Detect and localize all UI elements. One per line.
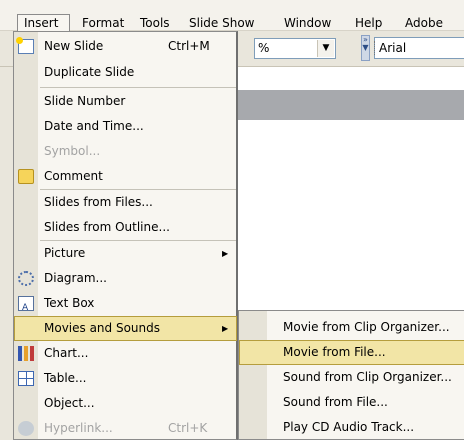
menu-item-symbol: Symbol...: [14, 139, 237, 164]
font-name-value: Arial: [379, 41, 407, 55]
powerpoint-window: Insert Format Tools Slide Show Window He…: [0, 0, 464, 440]
menu-item-label: Play CD Audio Track...: [283, 420, 415, 434]
menu-item-slides-from-outline[interactable]: Slides from Outline...: [14, 215, 237, 240]
menu-item-label: Movie from File...: [283, 345, 386, 359]
menu-item-label: Slides from Outline...: [44, 220, 170, 234]
diagram-icon: [18, 271, 34, 286]
menu-item-label: Object...: [44, 396, 95, 410]
zoom-combo[interactable]: % ▼: [254, 38, 336, 59]
menu-insert[interactable]: Insert: [17, 14, 70, 32]
menu-item-label: Hyperlink...: [44, 421, 113, 435]
menu-item-diagram[interactable]: Diagram...: [14, 266, 237, 291]
menu-item-text-box[interactable]: Text Box: [14, 291, 237, 321]
menu-item-duplicate-slide[interactable]: Duplicate Slide: [14, 60, 237, 85]
menu-item-object[interactable]: Object...: [14, 391, 237, 416]
menu-item-label: New Slide: [44, 39, 104, 53]
menu-tools-label: Tools: [140, 16, 170, 30]
text-box-icon: [18, 296, 34, 321]
menu-item-label: Picture: [44, 246, 86, 260]
table-icon: [18, 371, 34, 386]
menu-item-sound-from-file[interactable]: Sound from File...: [239, 390, 464, 415]
submenu-arrow-icon: ▶: [222, 324, 229, 333]
hyperlink-icon: [18, 421, 34, 436]
menu-item-chart[interactable]: Chart...: [14, 341, 237, 366]
comment-icon: [18, 169, 34, 184]
toolbar-options-icon[interactable]: » ▼: [361, 35, 370, 61]
menu-item-movies-and-sounds[interactable]: Movies and Sounds ▶: [14, 316, 237, 341]
menu-item-label: Slide Number: [44, 94, 126, 108]
menu-adobe-label: Adobe: [405, 16, 443, 30]
menu-adobe[interactable]: Adobe: [405, 15, 443, 32]
menu-item-sound-from-clip-organizer[interactable]: Sound from Clip Organizer...: [239, 365, 464, 390]
menu-item-shortcut: Ctrl+K: [168, 421, 208, 435]
menu-help[interactable]: Help: [355, 15, 382, 32]
menu-window-label: Window: [284, 16, 332, 30]
menu-item-table[interactable]: Table...: [14, 366, 237, 391]
menu-slide-show[interactable]: Slide Show: [189, 15, 254, 32]
menu-item-label: Table...: [44, 371, 87, 385]
menu-item-label: Duplicate Slide: [44, 65, 135, 79]
menu-item-hyperlink: Hyperlink... Ctrl+K: [14, 416, 237, 440]
zoom-value: %: [258, 41, 270, 55]
menu-format-label: Format: [82, 16, 125, 30]
menu-bar: Insert Format Tools Slide Show Window He…: [0, 0, 464, 32]
menu-item-shortcut: Ctrl+M: [168, 39, 210, 53]
menu-window[interactable]: Window: [284, 15, 331, 32]
menu-insert-label: Insert: [24, 16, 59, 30]
movies-and-sounds-submenu: Movie from Clip Organizer... Movie from …: [238, 310, 464, 440]
menu-item-label: Movie from Clip Organizer...: [283, 320, 450, 334]
menu-item-label: Chart...: [44, 346, 89, 360]
menu-slide-show-label: Slide Show: [189, 16, 255, 30]
menu-item-label: Comment: [44, 169, 103, 183]
menu-item-date-and-time[interactable]: Date and Time...: [14, 114, 237, 139]
menu-item-label: Sound from File...: [283, 395, 388, 409]
menu-separator: [40, 87, 236, 88]
insert-menu: New Slide Ctrl+M Duplicate Slide Slide N…: [13, 31, 238, 440]
menu-item-new-slide[interactable]: New Slide Ctrl+M: [14, 34, 237, 59]
new-slide-icon: [16, 37, 34, 54]
menu-item-label: Diagram...: [44, 271, 107, 285]
slide-pane-header: [237, 90, 464, 120]
submenu-arrow-icon: ▶: [222, 249, 229, 258]
menu-format[interactable]: Format: [82, 15, 124, 32]
menu-item-slides-from-files[interactable]: Slides from Files...: [14, 190, 237, 215]
menu-item-movie-from-clip-organizer[interactable]: Movie from Clip Organizer...: [239, 315, 464, 340]
menu-item-comment[interactable]: Comment: [14, 164, 237, 189]
menu-item-movie-from-file[interactable]: Movie from File...: [239, 340, 464, 365]
zoom-dropdown-arrow-icon[interactable]: ▼: [317, 40, 334, 57]
menu-item-label: Sound from Clip Organizer...: [283, 370, 452, 384]
font-name-combo[interactable]: Arial: [374, 37, 464, 59]
menu-item-label: Symbol...: [44, 144, 101, 158]
menu-item-picture[interactable]: Picture ▶: [14, 241, 237, 266]
menu-item-slide-number[interactable]: Slide Number: [14, 89, 237, 114]
menu-item-label: Movies and Sounds: [44, 321, 161, 335]
menu-item-play-cd-audio-track[interactable]: Play CD Audio Track...: [239, 415, 464, 440]
menu-tools[interactable]: Tools: [140, 15, 170, 32]
toolbar-separator: [374, 41, 376, 55]
menu-help-label: Help: [355, 16, 383, 30]
menu-item-label: Text Box: [44, 296, 95, 310]
menu-item-label: Date and Time...: [44, 119, 144, 133]
chart-icon: [18, 346, 34, 361]
menu-item-label: Slides from Files...: [44, 195, 153, 209]
